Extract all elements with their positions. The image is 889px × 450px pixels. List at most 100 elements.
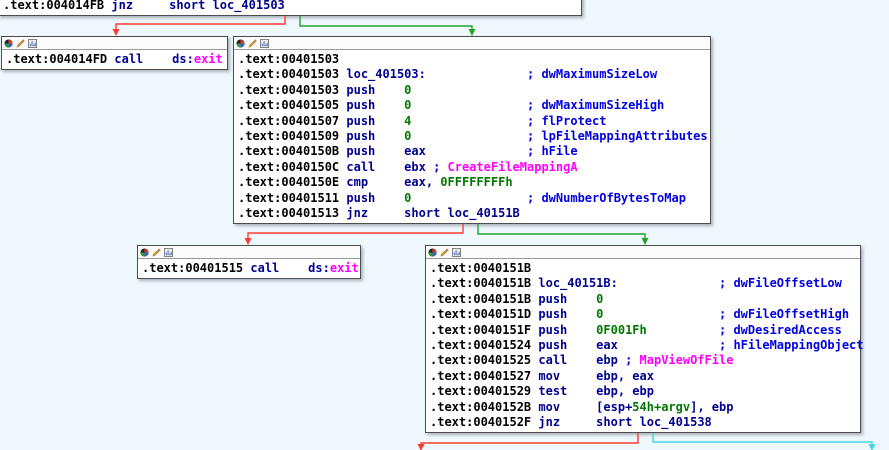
node-color-icon[interactable] [4, 39, 13, 48]
node-color-icon[interactable] [140, 248, 149, 257]
node-titlebar [426, 246, 860, 259]
code-text: call ebx [346, 160, 433, 174]
edge-0040152F-false [418, 433, 639, 450]
code-text: test ebp, ebp [538, 384, 654, 398]
code-text: push [346, 129, 404, 143]
edge-004014FB-true [300, 16, 476, 36]
code-line[interactable]: .text:0040151D push 0 ; dwFileOffsetHigh [430, 307, 856, 322]
address-text: .text:00401524 [430, 338, 538, 352]
code-line[interactable]: .text:00401513 jnz short loc_40151B [238, 206, 706, 221]
api-name: MapViewOfFile [640, 353, 734, 367]
code-text: call ds: [250, 261, 329, 275]
code-line[interactable]: .text:00401529 test ebp, ebp [430, 384, 856, 399]
code-line[interactable]: .text:00401503 [238, 52, 706, 67]
node-color-icon[interactable] [428, 248, 437, 257]
node-edit-icon[interactable] [152, 248, 161, 257]
code-text: push eax [346, 144, 425, 158]
node-color-icon[interactable] [236, 39, 245, 48]
number-literal: 0 [596, 292, 603, 306]
node-00401503[interactable]: .text:00401503.text:00401503 loc_401503:… [233, 36, 711, 224]
code-line[interactable]: .text:00401511 push 0 ; dwNumberOfBytesT… [238, 191, 706, 206]
comment-text: ; dwFileOffsetHigh [603, 307, 849, 321]
code-line[interactable]: .text:00401525 call ebp ; MapViewOfFile [430, 353, 856, 368]
address-text: .text:00401511 [238, 191, 346, 205]
code-line[interactable]: .text:00401503 push 0 [238, 83, 706, 98]
node-titlebar [2, 37, 227, 50]
code-line[interactable]: .text:00401503 loc_401503: ; dwMaximumSi… [238, 67, 706, 82]
address-text: .text:00401527 [430, 369, 538, 383]
code-line[interactable]: .text:0040150B push eax ; hFile [238, 144, 706, 159]
comment-text: ; hFileMappingObject [618, 338, 864, 352]
comment-text: ; hFile [426, 144, 578, 158]
code-line[interactable]: .text:00401507 push 4 ; flProtect [238, 114, 706, 129]
code-text: push [346, 191, 404, 205]
code-block: .text:00401515 call ds:exit [138, 259, 360, 278]
code-block: .text:0040151B.text:0040151B loc_40151B:… [426, 259, 860, 432]
code-text: call ds: [114, 52, 193, 66]
edge-00401513-true [478, 224, 649, 245]
code-line[interactable]: .text:00401524 push eax ; hFileMappingOb… [430, 338, 856, 353]
code-line[interactable]: .text:004014FD call ds:exit [6, 52, 223, 67]
code-text: ], ebp [690, 400, 733, 414]
code-line[interactable]: .text:0040152B mov [esp+54h+argv], ebp [430, 400, 856, 415]
address-text: .text:0040152B [430, 400, 538, 414]
number-literal: 0 [404, 83, 411, 97]
node-004014FB[interactable]: .text:004014FB jnz short loc_401503 [0, 0, 582, 16]
node-group-icon[interactable] [164, 248, 173, 257]
code-text: mov ebp, eax [538, 369, 654, 383]
code-line[interactable]: .text:00401515 call ds:exit [142, 261, 356, 276]
code-line[interactable]: .text:0040151B push 0 [430, 292, 856, 307]
address-text: .text:0040152F [430, 415, 538, 429]
node-00401515[interactable]: .text:00401515 call ds:exit [137, 245, 361, 279]
code-text: loc_40151B: [538, 276, 617, 290]
code-text: push eax [538, 338, 617, 352]
number-literal: 0FFFFFFFFh [440, 175, 512, 189]
address-text: .text:00401503 [238, 83, 346, 97]
code-line[interactable]: .text:0040150C call ebx ; CreateFileMapp… [238, 160, 706, 175]
node-004014FD[interactable]: .text:004014FD call ds:exit [1, 36, 228, 70]
address-text: .text:0040151D [430, 307, 538, 321]
node-group-icon[interactable] [28, 39, 37, 48]
code-line[interactable]: .text:0040151B loc_40151B: ; dwFileOffse… [430, 276, 856, 291]
comment-text: ; dwNumberOfBytesToMap [411, 191, 686, 205]
graph-canvas[interactable]: .text:004014FB jnz short loc_401503 .text… [0, 0, 889, 450]
node-group-icon[interactable] [260, 39, 269, 48]
code-block: .text:00401503.text:00401503 loc_401503:… [234, 50, 710, 223]
node-titlebar [138, 246, 360, 259]
api-name: exit [194, 52, 223, 66]
code-line[interactable]: .text:0040151B [430, 261, 856, 276]
node-0040151B[interactable]: .text:0040151B.text:0040151B loc_40151B:… [425, 245, 861, 433]
code-text: call ebp [538, 353, 625, 367]
code-text: push [538, 307, 596, 321]
address-text: .text:0040150E [238, 175, 346, 189]
code-line[interactable]: .text:004014FB jnz short loc_401503 [3, 0, 577, 13]
address-text: .text:004014FD [6, 52, 114, 66]
code-text: push [538, 323, 596, 337]
code-line[interactable]: .text:0040150E cmp eax, 0FFFFFFFFh [238, 175, 706, 190]
address-text: .text:00401515 [142, 261, 250, 275]
address-text: .text:00401529 [430, 384, 538, 398]
comment-text: ; [625, 353, 639, 367]
number-literal: 0F001Fh [596, 323, 647, 337]
comment-text: ; [433, 160, 447, 174]
code-line[interactable]: .text:0040152F jnz short loc_401538 [430, 415, 856, 430]
code-line[interactable]: .text:00401505 push 0 ; dwMaximumSizeHig… [238, 98, 706, 113]
comment-text: ; dwMaximumSizeLow [426, 67, 657, 81]
address-text: .text:00401505 [238, 98, 346, 112]
code-block: .text:004014FB jnz short loc_401503 [0, 0, 581, 15]
node-group-icon[interactable] [452, 248, 461, 257]
code-line[interactable]: .text:0040151F push 0F001Fh ; dwDesiredA… [430, 323, 856, 338]
code-text: loc_401503: [346, 67, 425, 81]
code-text: jnz short loc_401538 [538, 415, 711, 429]
comment-text: ; dwDesiredAccess [647, 323, 842, 337]
code-block: .text:004014FD call ds:exit [2, 50, 227, 69]
edge-0040152F-true [653, 433, 876, 450]
node-edit-icon[interactable] [440, 248, 449, 257]
code-text: jnz short loc_401503 [111, 0, 284, 12]
code-line[interactable]: .text:00401527 mov ebp, eax [430, 369, 856, 384]
node-edit-icon[interactable] [16, 39, 25, 48]
address-text: .text:0040151B [430, 276, 538, 290]
code-line[interactable]: .text:00401509 push 0 ; lpFileMappingAtt… [238, 129, 706, 144]
node-edit-icon[interactable] [248, 39, 257, 48]
code-text: jnz short loc_40151B [346, 206, 519, 220]
